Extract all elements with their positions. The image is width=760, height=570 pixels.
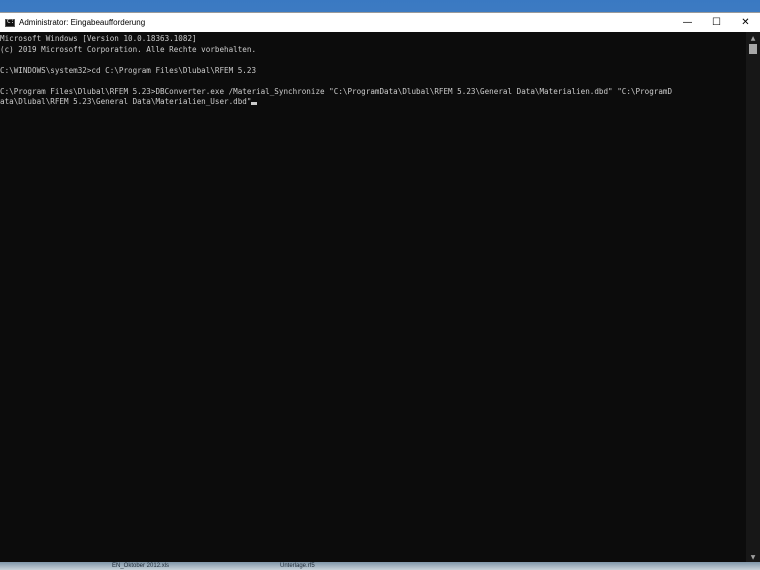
console-output[interactable]: Microsoft Windows [Version 10.0.18363.10… [0,32,746,563]
close-button[interactable]: ✕ [731,13,760,32]
desktop-file-label[interactable]: Unterlage.rf5 [280,563,315,569]
scroll-up-arrow-icon[interactable]: ▲ [746,32,760,44]
console-line: Microsoft Windows [Version 10.0.18363.10… [0,34,197,43]
console-line: (c) 2019 Microsoft Corporation. Alle Rec… [0,44,257,54]
desktop-file-label[interactable]: EN_Oktober 2012.xls [112,563,169,569]
console-line: C:\WINDOWS\system32>cd C:\Program Files\… [0,65,257,75]
window-controls: — ☐ ✕ [673,13,760,32]
cmd-icon[interactable]: C:\ [5,18,18,27]
scroll-thumb[interactable] [749,44,757,54]
command-prompt-window[interactable]: C:\ Administrator: Eingabeaufforderung —… [0,12,760,563]
minimize-button[interactable]: — [673,13,702,32]
console-line-current-input[interactable]: ata\Dlubal\RFEM 5.23\General Data\Materi… [0,97,251,106]
vertical-scrollbar[interactable]: ▲ ▼ [746,32,760,563]
desktop-icons-strip: EN_Oktober 2012.xls Unterlage.rf5 [0,562,760,570]
title-bar[interactable]: C:\ Administrator: Eingabeaufforderung —… [0,13,760,32]
maximize-button[interactable]: ☐ [702,13,731,32]
window-title: Administrator: Eingabeaufforderung [19,18,146,27]
text-cursor [251,102,258,105]
console-line: C:\Program Files\Dlubal\RFEM 5.23>DBConv… [0,86,673,96]
